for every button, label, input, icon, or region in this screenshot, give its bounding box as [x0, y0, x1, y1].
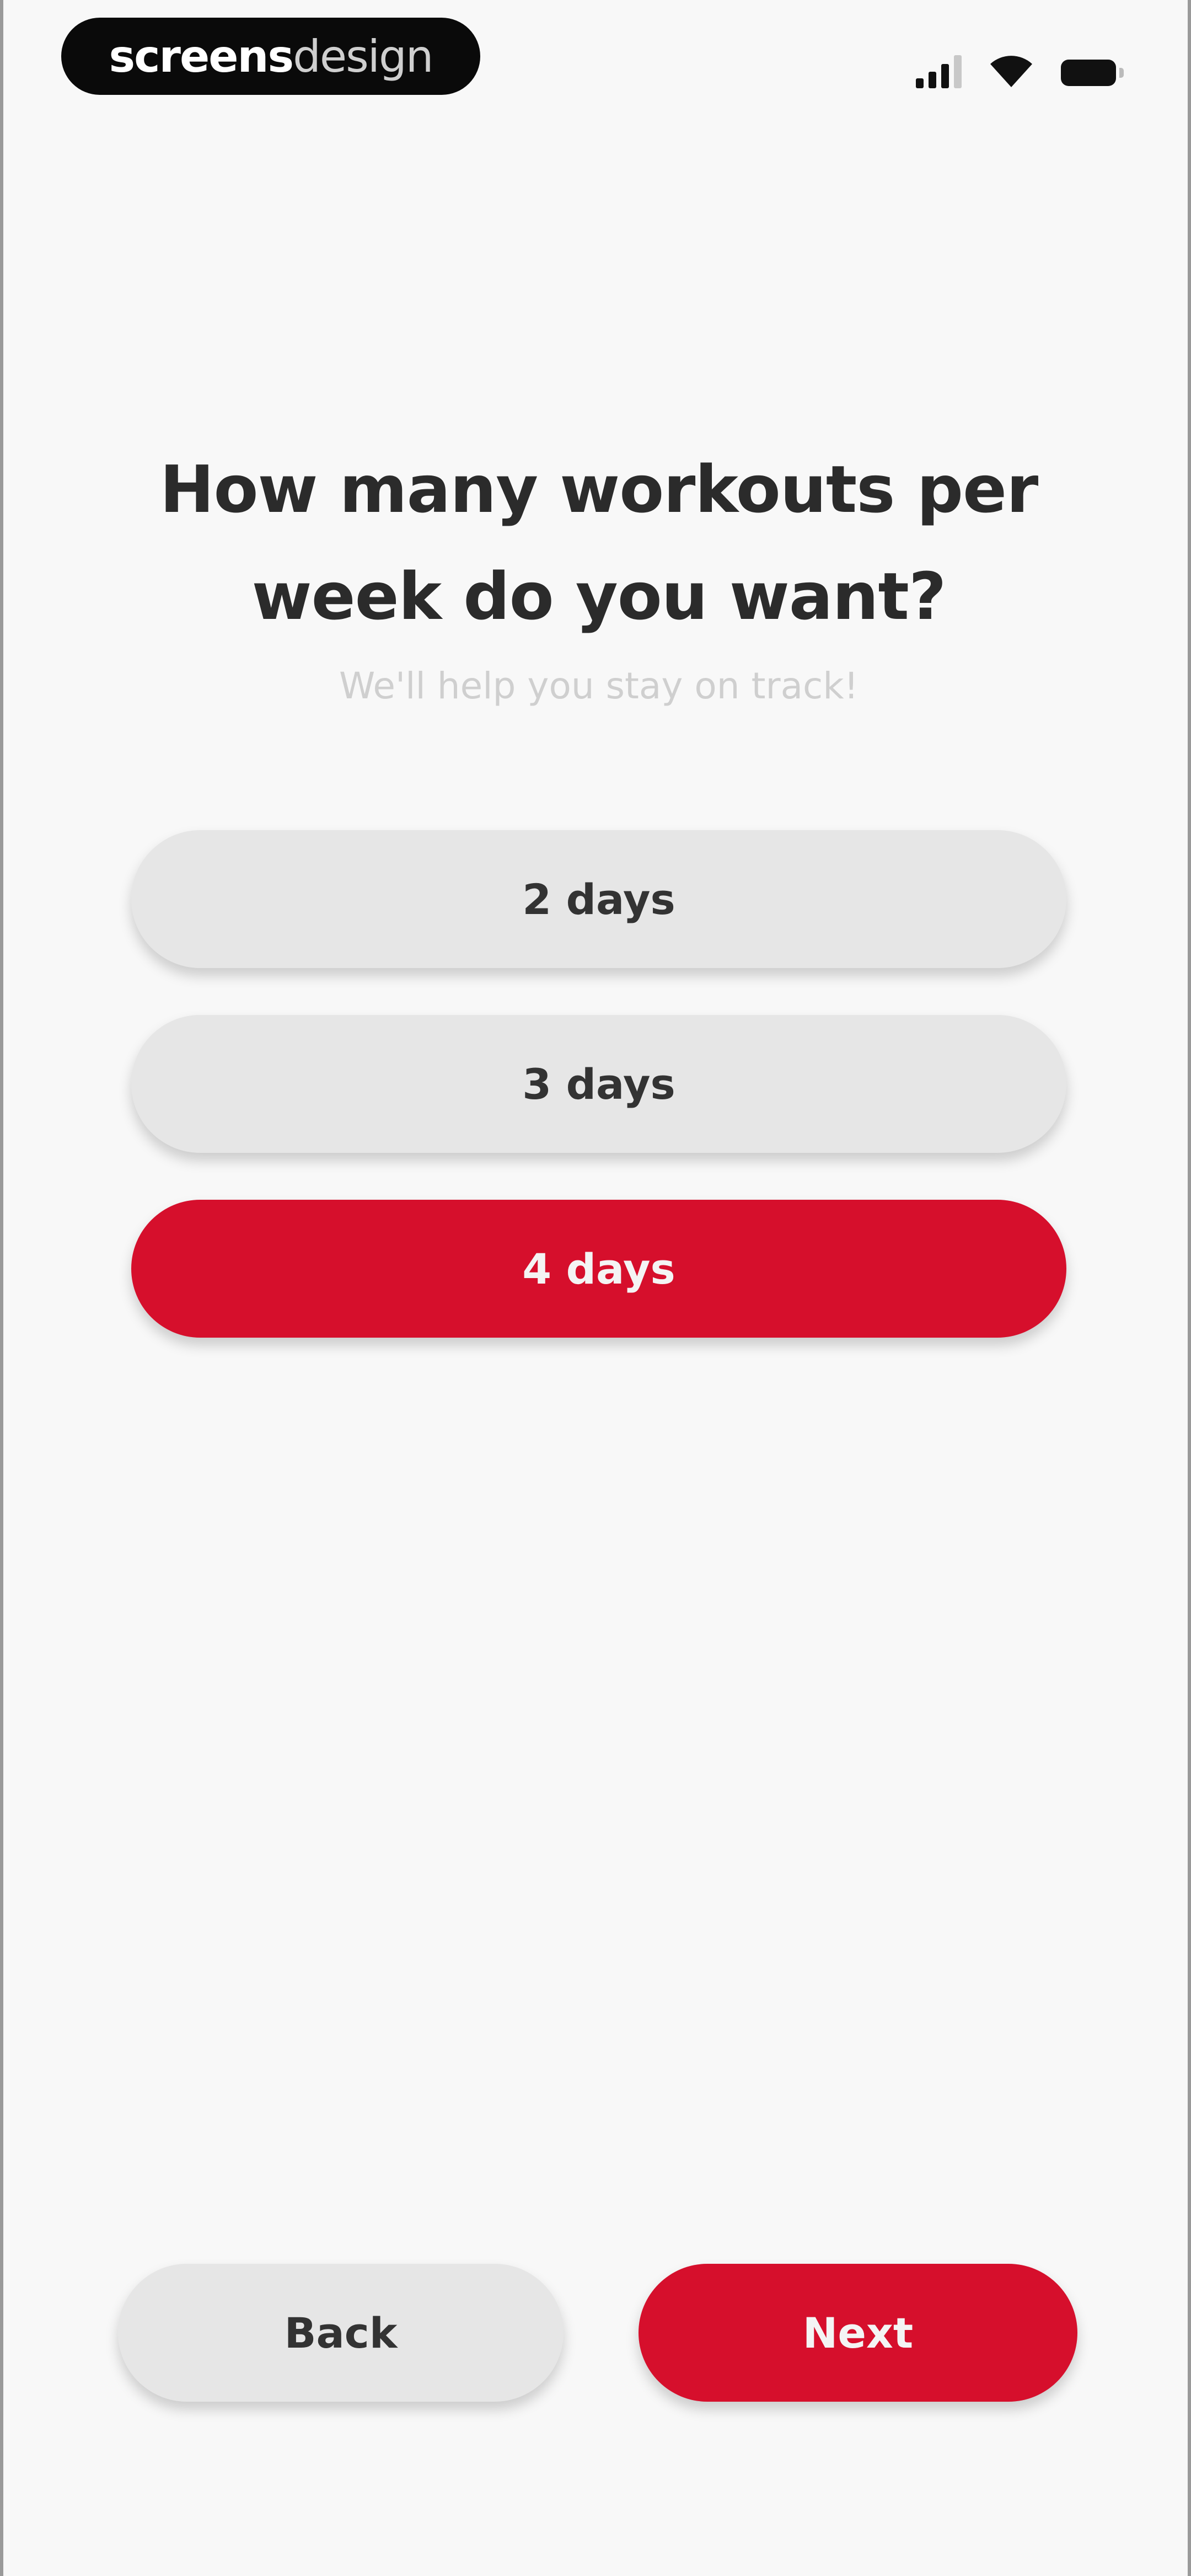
option-2-days[interactable]: 2 days — [131, 830, 1066, 968]
option-3-days[interactable]: 3 days — [131, 1015, 1066, 1153]
signal-icon — [916, 55, 962, 88]
brand-logo-light: design — [293, 30, 433, 82]
brand-logo: screens design — [61, 18, 480, 95]
question-title: How many workouts per week do you want? — [159, 451, 1039, 634]
back-button[interactable]: Back — [118, 2264, 564, 2402]
option-4-days[interactable]: 4 days — [131, 1200, 1066, 1338]
wifi-icon — [990, 56, 1032, 87]
battery-icon — [1061, 60, 1124, 86]
onboarding-screen: screens design How many workouts per week… — [0, 0, 1191, 2576]
question-subtitle: We'll help you stay on track! — [339, 665, 859, 707]
status-icons — [916, 44, 1124, 88]
brand-logo-strong: screens — [109, 30, 294, 82]
next-button[interactable]: Next — [639, 2264, 1077, 2402]
